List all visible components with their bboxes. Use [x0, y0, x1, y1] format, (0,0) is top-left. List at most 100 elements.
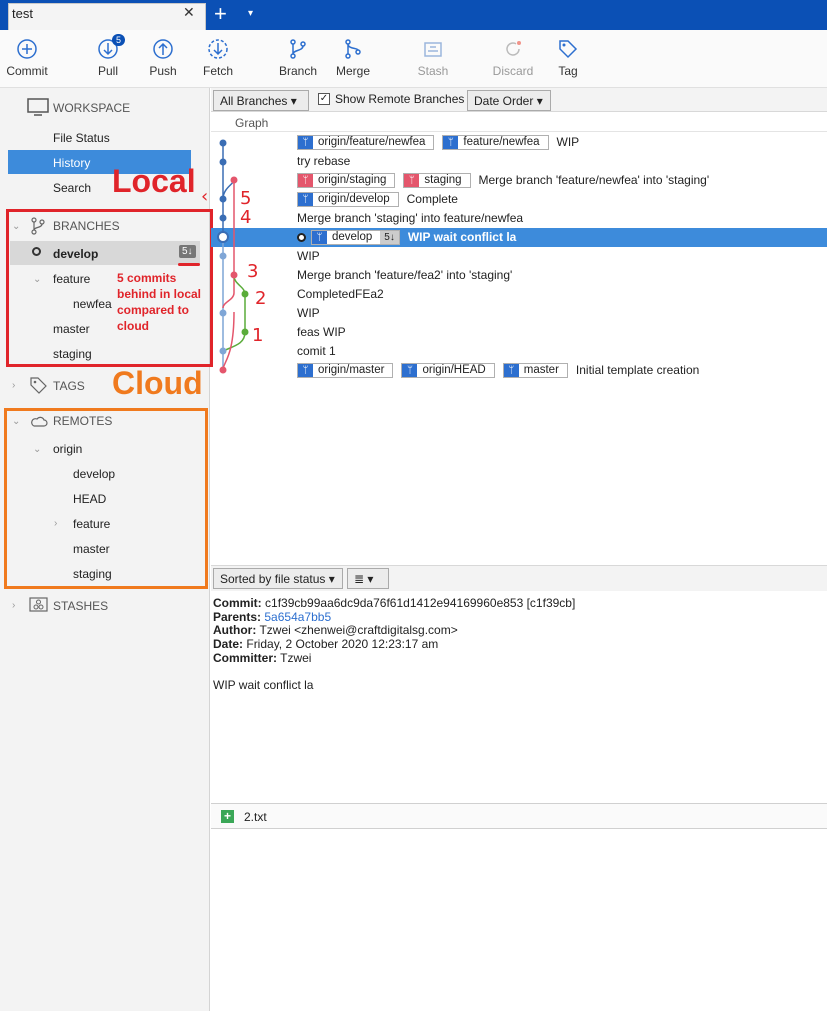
chevron-down-icon: ▾	[367, 572, 374, 586]
behind-note-line-4: cloud	[117, 319, 149, 333]
parents-line: Parents: 5a654a7bb5	[213, 610, 331, 624]
sidebar-item-search[interactable]: Search	[53, 181, 91, 195]
workspace-header[interactable]: WORKSPACE	[53, 101, 130, 115]
branch-label: Branch	[278, 64, 318, 78]
discard-button[interactable]: Discard	[483, 38, 543, 78]
commit-row[interactable]: CompletedFEa2	[297, 285, 384, 304]
order-dropdown[interactable]: Date Order ▾	[467, 90, 551, 111]
ref-tag[interactable]: ᛘ origin/develop	[297, 192, 399, 208]
pull-button[interactable]: 5 Pull	[78, 34, 138, 78]
commit-row[interactable]: ᛘ origin/develop Complete	[297, 190, 458, 209]
close-tab-icon[interactable]: ✕	[183, 4, 195, 21]
branch-icon: ᛘ	[503, 364, 519, 378]
commit-row[interactable]: WIP	[297, 304, 320, 323]
commit-row[interactable]: ᛘ origin/staging ᛘ staging Merge branch 'fea…	[297, 171, 709, 190]
ref-tag[interactable]: ᛘ master	[502, 363, 568, 379]
commit-row[interactable]: try rebase	[297, 152, 350, 171]
commit-row[interactable]: Merge branch 'staging' into feature/newf…	[297, 209, 523, 228]
author-label: Author:	[213, 623, 257, 637]
fetch-label: Fetch	[202, 64, 233, 78]
tag-button[interactable]: Tag	[538, 38, 598, 78]
push-button[interactable]: Push	[133, 38, 193, 78]
commit-message: WIP wait conflict la	[407, 230, 517, 244]
commit-label: Commit	[6, 64, 48, 78]
tags-chevron-icon[interactable]: ›	[12, 380, 15, 391]
commit-row[interactable]: Merge branch 'feature/fea2' into 'stagin…	[297, 266, 512, 285]
view-mode-dropdown[interactable]: ≣ ▾	[347, 568, 389, 589]
branch-filter-value: All Branches	[220, 94, 288, 108]
branch-icon	[290, 39, 306, 59]
ref-tag[interactable]: ᛘ feature/newfea	[442, 135, 549, 151]
branch-icon: ᛘ	[312, 231, 327, 245]
merge-button[interactable]: Merge	[323, 38, 383, 78]
ref-tag[interactable]: ᛘ origin/master	[297, 363, 394, 379]
add-tab-icon[interactable]: +	[214, 1, 227, 27]
commit-graph	[217, 139, 249, 374]
branch-filter-dropdown[interactable]: All Branches ▾	[213, 90, 309, 111]
branch-icon: ᛘ	[298, 136, 313, 150]
ref-label: origin/HEAD	[422, 364, 486, 377]
tab-title: test	[12, 6, 33, 21]
commit-message: Complete	[406, 192, 458, 206]
ref-tag[interactable]: ᛘ origin/HEAD	[401, 363, 495, 379]
commit-row-selected[interactable]: ᛘ develop 5↓ WIP wait conflict la	[297, 228, 516, 247]
tag-icon	[559, 40, 578, 59]
stash-button[interactable]: Stash	[403, 38, 463, 78]
repo-tab[interactable]	[8, 3, 206, 30]
commit-row[interactable]: WIP	[297, 247, 320, 266]
behind-note-line-3: compared to	[117, 303, 190, 317]
graph-column-header: Graph	[211, 113, 827, 132]
show-remote-checkbox[interactable]: ✓	[318, 93, 330, 105]
stashes-chevron-icon[interactable]: ›	[12, 600, 15, 611]
sidebar-item-file-status[interactable]: File Status	[53, 131, 110, 145]
sort-value: Sorted by file status	[220, 572, 326, 586]
discard-label: Discard	[492, 64, 534, 78]
fetch-button[interactable]: Fetch	[188, 38, 248, 78]
branch-button[interactable]: Branch	[268, 38, 328, 78]
ref-tag[interactable]: ᛘ develop 5↓	[311, 230, 400, 246]
commit-row[interactable]: feas WIP	[297, 323, 346, 342]
branch-icon: ᛘ	[443, 136, 459, 150]
behind-badge: 5↓	[380, 231, 399, 245]
stashes-header[interactable]: STASHES	[53, 599, 108, 613]
chevron-down-icon: ▾	[536, 94, 543, 108]
ref-label: origin/staging	[318, 174, 387, 187]
pull-label: Pull	[97, 64, 118, 78]
tab-menu-icon[interactable]: ▾	[248, 8, 253, 19]
workspace-icon	[27, 98, 49, 116]
commit-message: WIP	[297, 249, 320, 263]
sort-dropdown[interactable]: Sorted by file status ▾	[213, 568, 343, 589]
commit-message: Initial template creation	[575, 363, 700, 377]
committer-label: Committer:	[213, 651, 278, 665]
annotation-number-2: 2	[255, 288, 267, 309]
file-name[interactable]: 2.txt	[244, 810, 267, 824]
commit-button[interactable]: Commit	[0, 38, 57, 78]
ref-tag[interactable]: ᛘ origin/feature/newfea	[297, 135, 435, 151]
push-icon	[153, 39, 173, 59]
branch-icon: ᛘ	[298, 364, 313, 378]
arrow-annotation: ‹	[201, 186, 209, 207]
parent-link[interactable]: 5a654a7bb5	[264, 610, 331, 624]
date-line: Date: Friday, 2 October 2020 12:23:17 am	[213, 637, 438, 651]
date-value: Friday, 2 October 2020 12:23:17 am	[246, 637, 439, 651]
local-annotation: Local	[112, 163, 196, 199]
commit-row[interactable]: comit 1	[297, 342, 336, 361]
commit-message: Merge branch 'staging' into feature/newf…	[297, 211, 524, 225]
ref-tag[interactable]: ᛘ origin/staging	[297, 173, 396, 189]
push-label: Push	[149, 64, 177, 78]
main-toolbar: Commit 5 Pull Push Fetch Branch Merge St…	[0, 30, 827, 88]
commit-hash: c1f39cb99aa6dc9da76f61d1412e94169960e853…	[265, 596, 576, 610]
tags-header[interactable]: TAGS	[53, 379, 85, 393]
chevron-down-icon: ▾	[290, 94, 297, 108]
tag-label: Tag	[558, 64, 578, 78]
commit-row[interactable]: ᛘ origin/master ᛘ origin/HEAD ᛘ master Initial…	[297, 361, 699, 380]
order-value: Date Order	[474, 94, 534, 108]
details-toolbar: Sorted by file status ▾ ≣ ▾	[211, 565, 827, 591]
ref-tag[interactable]: ᛘ staging	[403, 173, 471, 189]
branch-icon: ᛘ	[404, 174, 420, 188]
ref-label: staging	[424, 174, 462, 187]
discard-icon	[506, 41, 521, 56]
commit-message: comit 1	[297, 344, 336, 358]
commit-row[interactable]: ᛘ origin/feature/newfea ᛘ feature/newfea WIP	[297, 133, 579, 152]
ref-label: origin/develop	[318, 193, 390, 206]
